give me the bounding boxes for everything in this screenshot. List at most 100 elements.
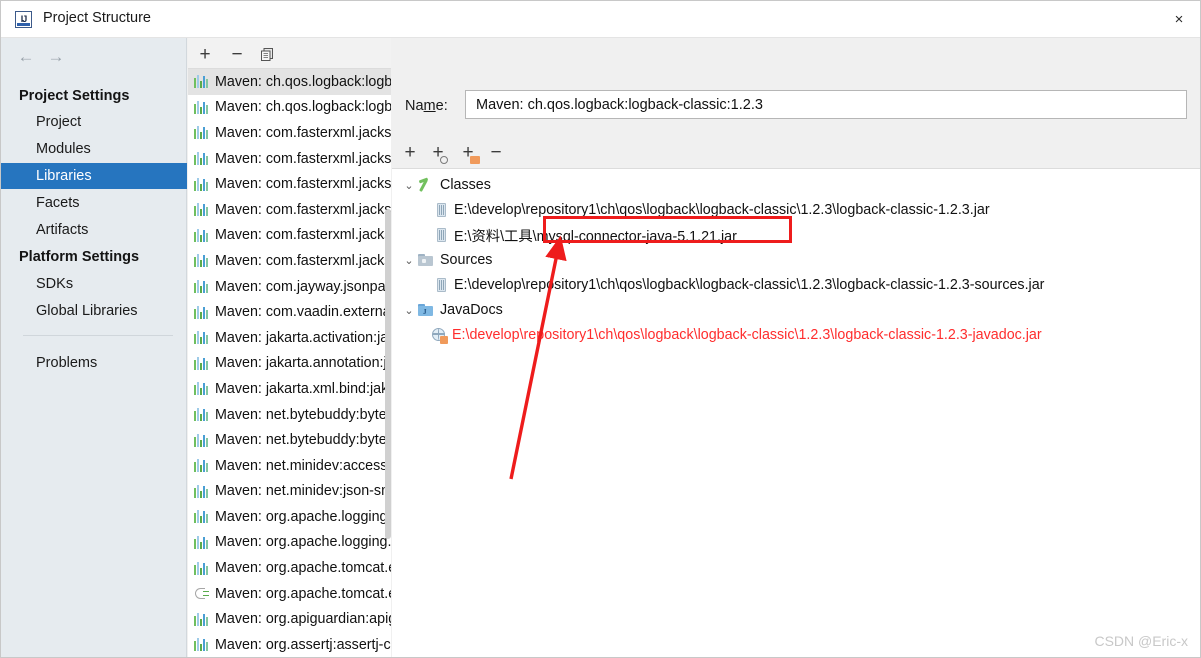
chevron-down-icon[interactable]: ⌄ <box>402 254 416 267</box>
library-list-item-label: Maven: com.fasterxml.jackson.module:jack… <box>215 252 391 269</box>
library-list-item[interactable]: Maven: org.apache.tomcat.embed:tomcat-em… <box>188 555 391 581</box>
back-arrow-icon[interactable]: ← <box>13 46 39 66</box>
watermark-text: CSDN @Eric-x <box>1094 633 1188 649</box>
library-list-item-label: Maven: net.minidev:json-smart:2.4.8 <box>215 483 391 500</box>
copy-icon[interactable] <box>256 43 278 65</box>
settings-sidebar: ← → Project Settings Project Modules Lib… <box>1 38 187 657</box>
library-list-item-label: Maven: com.fasterxml.jackson.core:jackso… <box>215 150 391 167</box>
library-name-input[interactable]: Maven: ch.qos.logback:logback-classic:1.… <box>465 90 1187 119</box>
library-list-item-label: Maven: org.apiguardian:apiguardian-api:1… <box>215 611 391 628</box>
library-list-panel: + − Maven: ch.qos.logback:logback-classi… <box>188 38 391 657</box>
library-list-item[interactable]: Maven: com.fasterxml.jackson.datatype:ja… <box>188 197 391 223</box>
library-list-item[interactable]: Maven: com.fasterxml.jackson.datatype:ja… <box>188 223 391 249</box>
intellij-idea-icon: IJ <box>15 11 32 28</box>
sidebar-item-facets[interactable]: Facets <box>1 190 187 216</box>
remove-library-button[interactable]: − <box>226 43 248 65</box>
library-list-item[interactable]: Maven: org.apache.logging.log4j:log4j-ap… <box>188 504 391 530</box>
sidebar-group-project-settings: Project Settings <box>19 88 130 104</box>
library-list-item-label: Maven: org.apache.tomcat.embed:tomcat-em… <box>215 560 391 577</box>
sidebar-item-problems[interactable]: Problems <box>1 350 187 376</box>
tree-leaf-label-highlighted: E:\资料\工具\mysql-connector-java-5.1.21.jar <box>454 228 737 245</box>
tree-leaf-label: E:\develop\repository1\ch\qos\logback\lo… <box>454 202 990 218</box>
library-list[interactable]: Maven: ch.qos.logback:logback-classic:1.… <box>188 69 391 657</box>
tree-leaf-sources-jar-1[interactable]: E:\develop\repository1\ch\qos\logback\lo… <box>392 273 1044 297</box>
tree-node-classes[interactable]: ⌄ Classes <box>392 173 490 197</box>
sidebar-item-global-libraries[interactable]: Global Libraries <box>1 298 187 324</box>
library-icon <box>194 203 209 217</box>
library-list-item[interactable]: Maven: com.jayway.jsonpath:json-path:2.7… <box>188 274 391 300</box>
library-list-item[interactable]: Maven: ch.qos.logback:logback-core:1.2.3 <box>188 95 391 121</box>
library-icon <box>194 408 209 422</box>
tree-node-javadocs[interactable]: ⌄ J JavaDocs <box>392 298 502 322</box>
sidebar-item-artifacts[interactable]: Artifacts <box>1 217 187 243</box>
library-icon <box>194 100 209 114</box>
tree-node-sources[interactable]: ⌄ Sources <box>392 248 492 272</box>
library-list-item-label: Maven: net.minidev:accessors-smart:2.4.8 <box>215 457 391 474</box>
close-icon[interactable]: × <box>1156 1 1200 38</box>
chevron-down-icon[interactable]: ⌄ <box>402 179 416 192</box>
library-list-item-label: Maven: jakarta.xml.bind:jakarta.xml.bind… <box>215 380 391 397</box>
library-list-item[interactable]: Maven: com.fasterxml.jackson.core:jackso… <box>188 120 391 146</box>
library-list-item-label: Maven: com.fasterxml.jackson.datatype:ja… <box>215 227 391 244</box>
library-list-item-label: Maven: jakarta.activation:jakarta.activa… <box>215 329 391 346</box>
jar-icon <box>436 278 447 292</box>
library-list-item[interactable]: Maven: com.fasterxml.jackson.module:jack… <box>188 248 391 274</box>
scrollbar-thumb[interactable] <box>385 209 391 539</box>
library-list-item[interactable]: Maven: com.fasterxml.jackson.core:jackso… <box>188 171 391 197</box>
library-list-item-label: Maven: com.jayway.jsonpath:json-path:2.7… <box>215 278 391 295</box>
jar-icon <box>436 228 447 242</box>
library-list-scrollbar[interactable] <box>385 69 391 657</box>
classes-icon <box>418 177 434 193</box>
library-list-item[interactable]: Maven: jakarta.activation:jakarta.activa… <box>188 325 391 351</box>
library-list-item[interactable]: Maven: com.fasterxml.jackson.core:jackso… <box>188 146 391 172</box>
library-list-item[interactable]: Maven: net.bytebuddy:byte-buddy:1.12.10 <box>188 402 391 428</box>
library-list-item-label: Maven: net.bytebuddy:byte-buddy:1.12.10 <box>215 406 391 423</box>
library-icon <box>194 484 209 498</box>
library-list-item[interactable]: Maven: org.apiguardian:apiguardian-api:1… <box>188 606 391 632</box>
sidebar-item-libraries[interactable]: Libraries <box>1 163 187 189</box>
sidebar-item-modules[interactable]: Modules <box>1 136 187 162</box>
library-list-item-label: Maven: org.apache.logging.log4j:log4j-ap… <box>215 508 391 525</box>
tree-leaf-label: E:\develop\repository1\ch\qos\logback\lo… <box>454 277 1045 293</box>
library-list-item[interactable]: Maven: org.apache.logging.log4j:log4j-to… <box>188 530 391 556</box>
library-icon <box>194 126 209 140</box>
tree-leaf-classes-jar-1[interactable]: E:\develop\repository1\ch\qos\logback\lo… <box>392 198 990 222</box>
tree-leaf-label-invalid: E:\develop\repository1\ch\qos\logback\lo… <box>452 327 1042 343</box>
add-classes-root-button[interactable]: + <box>426 141 450 164</box>
library-list-item[interactable]: Maven: net.minidev:accessors-smart:2.4.8 <box>188 453 391 479</box>
sidebar-item-project[interactable]: Project <box>1 109 187 135</box>
library-list-item-label: Maven: ch.qos.logback:logback-classic:1.… <box>215 73 391 90</box>
detail-toolbar: + + + − <box>392 136 1200 168</box>
add-library-button[interactable]: + <box>194 43 216 65</box>
library-list-item[interactable]: Maven: jakarta.xml.bind:jakarta.xml.bind… <box>188 376 391 402</box>
library-list-item[interactable]: Maven: ch.qos.logback:logback-classic:1.… <box>188 69 391 95</box>
library-list-item-label: Maven: org.apache.logging.log4j:log4j-to… <box>215 534 391 551</box>
library-icon <box>194 177 209 191</box>
library-list-item[interactable]: Maven: jakarta.annotation:jakarta.annota… <box>188 351 391 377</box>
tree-leaf-classes-jar-2[interactable]: E:\资料\工具\mysql-connector-java-5.1.21.jar <box>392 223 737 247</box>
library-list-item[interactable]: Maven: org.apache.tomcat.embed:tomcat-em… <box>188 581 391 607</box>
tree-leaf-javadocs-jar-1[interactable]: E:\develop\repository1\ch\qos\logback\lo… <box>392 323 1042 347</box>
library-list-item-label: Maven: com.fasterxml.jackson.core:jackso… <box>215 124 391 141</box>
javadocs-folder-icon: J <box>418 303 434 317</box>
library-roots-tree: ⌄ Classes E:\develop\repository1\ch\qos\… <box>392 168 1200 657</box>
library-list-item[interactable]: Maven: org.assertj:assertj-core:3.22.0 <box>188 632 391 657</box>
add-folder-root-button[interactable]: + <box>456 141 480 164</box>
library-icon <box>194 75 209 89</box>
library-list-item-label: Maven: ch.qos.logback:logback-core:1.2.3 <box>215 99 391 116</box>
sidebar-group-platform-settings: Platform Settings <box>19 249 140 265</box>
library-list-item[interactable]: Maven: net.bytebuddy:byte-buddy-agent:1.… <box>188 427 391 453</box>
library-icon <box>194 459 209 473</box>
library-list-item[interactable]: Maven: com.vaadin.external.google:androi… <box>188 299 391 325</box>
chevron-down-icon[interactable]: ⌄ <box>402 304 416 317</box>
tree-node-label: Sources <box>440 252 493 268</box>
forward-arrow-icon[interactable]: → <box>43 46 69 66</box>
library-icon <box>194 510 209 524</box>
title-bar: IJ Project Structure × <box>1 1 1200 38</box>
remove-root-button[interactable]: − <box>486 141 506 163</box>
library-list-item[interactable]: Maven: net.minidev:json-smart:2.4.8 <box>188 479 391 505</box>
jar-icon <box>436 203 447 217</box>
sidebar-item-sdks[interactable]: SDKs <box>1 271 187 297</box>
add-root-button[interactable]: + <box>400 141 420 163</box>
name-field-label: Name: <box>405 98 448 114</box>
